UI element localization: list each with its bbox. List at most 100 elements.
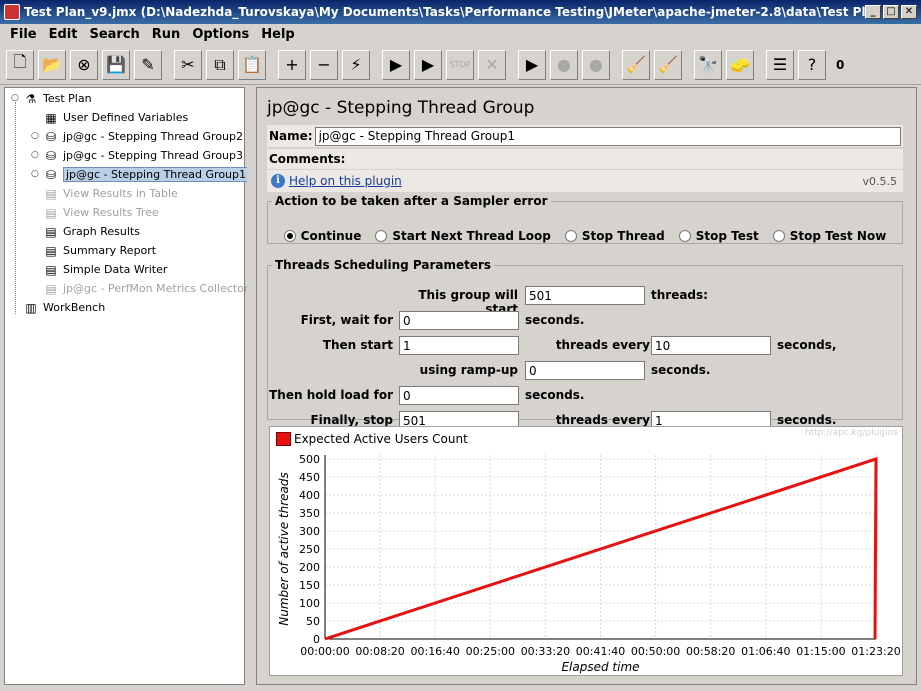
tree-item[interactable]: ▦ User Defined Variables [43,108,188,127]
x-tick-label: 01:15:00 [796,645,845,658]
function-helper-icon[interactable]: ☰ [766,49,794,80]
tree-item-label: Graph Results [63,225,140,238]
search-icon[interactable]: 🔭 [694,49,722,80]
tree-item[interactable]: ▥ WorkBench [23,298,105,317]
menu-edit[interactable]: Edit [43,27,84,42]
listener-icon: ▤ [45,262,57,277]
tree-item-label: jp@gc - Stepping Thread Group3 [63,149,244,162]
tree-item-label: View Results Tree [63,206,159,219]
help-icon[interactable]: ? [798,49,826,80]
radio-dot[interactable] [678,230,691,242]
help-link[interactable]: Help on this plugin [289,174,402,188]
splitter[interactable] [247,87,255,685]
tree-item[interactable]: ⚗ Test Plan [23,89,92,108]
then-start-label: Then start [322,338,393,352]
menu-help[interactable]: Help [255,27,300,42]
collapse-icon[interactable]: − [310,49,338,80]
tree-item[interactable]: ⛁ jp@gc - Stepping Thread Group2 [43,127,243,146]
start-unit: threads: [651,288,708,302]
tree-item[interactable]: ▤ Simple Data Writer [43,260,167,279]
close-file-icon[interactable]: ⊗ [70,49,98,80]
start-icon[interactable]: ▶ [382,49,410,80]
app-icon [4,4,20,20]
expand-toggle-icon[interactable]: ○ [31,132,40,141]
tree-item-label: View Results in Table [63,187,178,200]
y-tick-label: 50 [306,615,320,628]
clear-all-icon[interactable]: 🧹 [654,49,682,80]
radio-label: Continue [300,229,362,243]
x-tick-label: 01:06:40 [741,645,790,658]
legend-swatch [276,432,291,446]
stop-icon[interactable]: STOP [446,49,474,80]
radio-dot[interactable] [564,230,577,242]
tree-item-label: Simple Data Writer [63,263,168,276]
new-icon[interactable]: 🗋 [6,49,34,80]
shutdown-icon[interactable]: ✕ [478,49,506,80]
clear-icon[interactable]: 🧹 [622,49,650,80]
maximize-button[interactable]: □ [883,5,899,19]
page-title: jp@gc - Stepping Thread Group [267,98,535,118]
radio-dot[interactable] [772,230,785,242]
hold-label: Then hold load for [269,388,393,402]
start-threads-input[interactable] [525,286,645,305]
rampup-input[interactable] [525,361,645,380]
name-field[interactable] [314,126,901,146]
x-tick-label: 00:58:20 [686,645,735,658]
reset-search-icon[interactable]: 🧽 [726,49,754,80]
x-tick-label: 00:41:40 [576,645,625,658]
listener-icon: ▤ [45,281,57,296]
expand-toggle-icon[interactable]: ○ [31,151,40,160]
y-tick-label: 150 [299,579,320,592]
toggle-icon[interactable]: ⚡ [342,49,370,80]
stop-mid: threads every [555,413,650,427]
remote-stop-icon[interactable]: ● [550,49,578,80]
tree-item-label: jp@gc - PerfMon Metrics Collector [63,282,249,295]
listener-icon: ▤ [45,186,57,201]
then-start-every-input[interactable] [651,336,771,355]
listener-icon: ▤ [45,205,57,220]
radio-stop-test[interactable]: Stop Test [678,229,759,243]
paste-icon[interactable]: 📋 [238,49,266,80]
remote-shutdown-icon[interactable]: ● [582,49,610,80]
expand-icon[interactable]: + [278,49,306,80]
radio-dot[interactable] [283,230,296,242]
tree-item[interactable]: ⛁ jp@gc - Stepping Thread Group3 [43,146,243,165]
hold-input[interactable] [399,386,519,405]
cut-icon[interactable]: ✂ [174,49,202,80]
open-icon[interactable]: 📂 [38,49,66,80]
remote-start-icon[interactable]: ▶ [518,49,546,80]
tree-item-label: Test Plan [43,92,92,105]
tree-item-label: jp@gc - Stepping Thread Group1 [63,167,250,182]
copy-icon[interactable]: ⧉ [206,49,234,80]
menu-file[interactable]: File [4,27,43,42]
tree-item[interactable]: ⛁ jp@gc - Stepping Thread Group1 [43,165,250,184]
comments-label[interactable]: Comments: [267,149,903,169]
start-no-timers-icon[interactable]: ▶ [414,49,442,80]
then-start-mid: threads every [555,338,650,352]
menu-search[interactable]: Search [83,27,145,42]
radio-start-next-thread-loop[interactable]: Start Next Thread Loop [375,229,551,243]
save-icon[interactable]: 💾 [102,49,130,80]
radio-stop-thread[interactable]: Stop Thread [564,229,665,243]
menu-options[interactable]: Options [186,27,255,42]
tree-item[interactable]: ▤ Summary Report [43,241,156,260]
radio-stop-test-now[interactable]: Stop Test Now [772,229,886,243]
then-start-input[interactable] [399,336,519,355]
expand-toggle-icon[interactable]: ○ [31,170,40,179]
save-as-icon[interactable]: ✎ [134,49,162,80]
bottom-strip [0,686,921,691]
watermark: http://apc.kg/plugins [804,428,898,438]
first-wait-input[interactable] [399,311,519,330]
y-axis-label: Number of active threads [277,472,291,626]
spool-icon: ⛁ [45,148,57,163]
tree-item[interactable]: ▤ jp@gc - PerfMon Metrics Collector [43,279,248,298]
minimize-button[interactable]: _ [865,5,881,19]
radio-continue[interactable]: Continue [283,229,362,243]
tree-item[interactable]: ▤ Graph Results [43,222,140,241]
tree-item[interactable]: ▤ View Results Tree [43,203,159,222]
radio-dot[interactable] [375,230,388,242]
menu-run[interactable]: Run [146,27,187,42]
tree-item[interactable]: ▤ View Results in Table [43,184,178,203]
close-button[interactable]: ✕ [901,5,917,19]
radio-label: Start Next Thread Loop [392,229,551,243]
